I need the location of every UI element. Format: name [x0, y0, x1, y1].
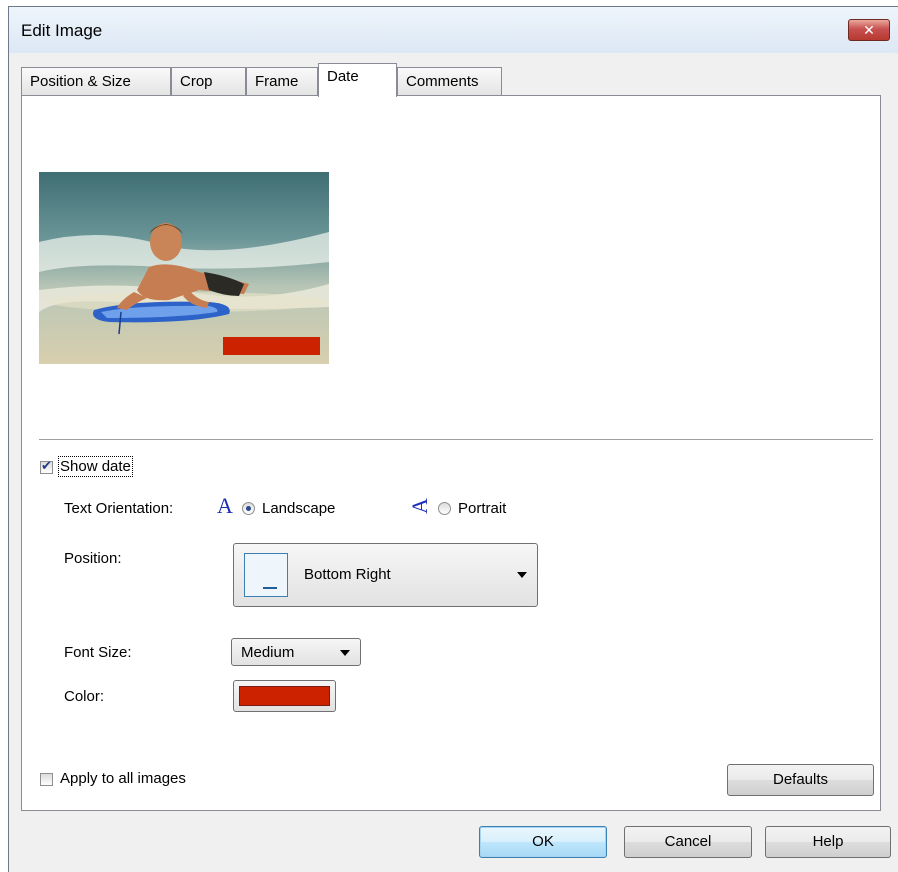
tab-date[interactable]: Date	[318, 63, 397, 97]
tab-crop[interactable]: Crop	[171, 67, 246, 95]
color-button[interactable]	[233, 680, 336, 712]
preview-image	[39, 172, 329, 364]
help-button[interactable]: Help	[765, 826, 891, 858]
title-bar: Edit Image ✕	[9, 7, 898, 53]
dialog-title: Edit Image	[21, 21, 103, 40]
landscape-orientation-icon: A	[217, 493, 233, 518]
text-orientation-label: Text Orientation:	[64, 500, 174, 517]
position-value: Bottom Right	[304, 566, 391, 583]
font-size-value: Medium	[241, 644, 295, 661]
portrait-label[interactable]: Portrait	[458, 500, 506, 517]
defaults-button[interactable]: Defaults	[727, 764, 874, 796]
apply-to-all-checkbox[interactable]	[40, 773, 53, 786]
color-label: Color:	[64, 688, 105, 705]
show-date-checkbox[interactable]	[40, 458, 53, 474]
apply-to-all-label[interactable]: Apply to all images	[60, 770, 186, 787]
edit-image-dialog: Edit Image ✕ Position & Size Crop Frame …	[8, 6, 898, 872]
landscape-radio[interactable]	[242, 502, 255, 515]
bottom-right-position-icon	[244, 553, 288, 597]
portrait-radio[interactable]	[438, 502, 451, 515]
close-icon: ✕	[863, 22, 875, 38]
position-label: Position:	[64, 550, 122, 567]
close-button[interactable]: ✕	[848, 19, 890, 41]
date-tab-panel: Show date Text Orientation: A Landscape …	[21, 95, 881, 811]
font-size-dropdown[interactable]: Medium	[231, 638, 361, 666]
landscape-label[interactable]: Landscape	[262, 500, 335, 517]
tab-strip: Position & Size Crop Frame Date Comments	[21, 63, 881, 97]
tab-comments[interactable]: Comments	[397, 67, 502, 95]
separator	[39, 439, 873, 441]
show-date-label[interactable]: Show date	[58, 456, 133, 477]
font-size-label: Font Size:	[64, 644, 132, 661]
chevron-down-icon	[517, 572, 527, 578]
color-swatch	[239, 686, 330, 706]
position-dropdown[interactable]: Bottom Right	[233, 543, 538, 607]
tab-position-size[interactable]: Position & Size	[21, 67, 171, 95]
chevron-down-icon	[340, 650, 350, 656]
cancel-button[interactable]: Cancel	[624, 826, 752, 858]
tab-frame[interactable]: Frame	[246, 67, 318, 95]
ok-button[interactable]: OK	[479, 826, 607, 858]
portrait-orientation-icon: A	[406, 498, 432, 514]
